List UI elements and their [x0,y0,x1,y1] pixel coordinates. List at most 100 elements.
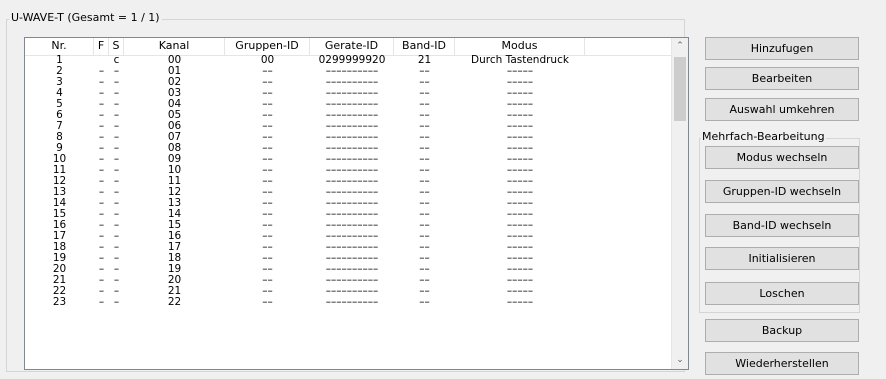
cell-gerate-id: –––––––––– [325,165,379,176]
table-row[interactable]: 9– –08 –– –––––––––– –– ––––– [25,143,672,154]
table-row[interactable]: 19– –18 –– –––––––––– –– ––––– [25,253,672,264]
cell-extra [585,110,672,121]
scrollbar-thumb[interactable] [674,57,686,121]
cell-nr: 19 [52,253,67,264]
cell-s: – [113,242,120,253]
invert-selection-button[interactable]: Auswahl umkehren [705,98,859,121]
cell-gruppen-id: –– [262,264,273,275]
cell-band-id: –– [419,154,430,165]
cell-modus: ––––– [506,220,534,231]
cell-f: – [98,143,105,154]
cell-nr: 17 [52,231,67,242]
table-row[interactable]: 4– –03 –– –––––––––– –– ––––– [25,88,672,99]
cell-gruppen-id: –– [262,132,273,143]
cell-kanal: 22 [167,297,182,308]
cell-f: – [98,165,105,176]
table-row[interactable]: 15– –14 –– –––––––––– –– ––––– [25,209,672,220]
cell-nr: 5 [56,99,63,110]
cell-gerate-id: –––––––––– [325,121,379,132]
cell-extra [585,220,672,231]
cell-nr: 14 [52,198,67,209]
cell-nr: 10 [52,154,67,165]
table-row[interactable]: 12– –11 –– –––––––––– –– ––––– [25,176,672,187]
table-row[interactable]: 1 c 00 00 0299999920 21 Durch Tastendruck [25,55,672,66]
column-header-gerate-id[interactable]: Gerate-ID [310,38,394,55]
vertical-scrollbar[interactable]: ⌃ ⌄ [671,38,688,369]
table-row[interactable]: 17– –16 –– –––––––––– –– ––––– [25,231,672,242]
table-row[interactable]: 6– –05 –– –––––––––– –– ––––– [25,110,672,121]
table-row[interactable]: 13– –12 –– –––––––––– –– ––––– [25,187,672,198]
table-row[interactable]: 21– –20 –– –––––––––– –– ––––– [25,275,672,286]
change-group-id-button[interactable]: Gruppen-ID wechseln [705,180,859,203]
column-header-empty[interactable] [585,38,672,55]
table-row[interactable]: 23– –22 –– –––––––––– –– ––––– [25,297,672,308]
table-row[interactable]: 18– –17 –– –––––––––– –– ––––– [25,242,672,253]
cell-extra [585,242,672,253]
table-row[interactable]: 20– –19 –– –––––––––– –– ––––– [25,264,672,275]
cell-modus: ––––– [506,110,534,121]
change-mode-button[interactable]: Modus wechseln [705,146,859,169]
column-header-s[interactable]: S [109,38,124,55]
cell-s: – [113,66,120,77]
add-button[interactable]: Hinzufugen [705,37,859,60]
column-header-nr[interactable]: Nr. [25,38,94,55]
backup-button[interactable]: Backup [705,319,859,342]
cell-modus: ––––– [506,209,534,220]
table-row[interactable]: 7– –06 –– –––––––––– –– ––––– [25,121,672,132]
cell-modus: ––––– [506,154,534,165]
cell-extra [585,286,672,297]
cell-s: c [113,55,120,66]
cell-nr: 1 [56,55,63,66]
cell-gruppen-id: –– [262,99,273,110]
table-row[interactable]: 2– –01 –– –––––––––– –– ––––– [25,66,672,77]
edit-button[interactable]: Bearbeiten [705,67,859,90]
table-row[interactable]: 3– –02 –– –––––––––– –– ––––– [25,77,672,88]
cell-modus: ––––– [506,121,534,132]
cell-modus: ––––– [506,242,534,253]
cell-extra [585,88,672,99]
cell-gruppen-id: –– [262,220,273,231]
cell-band-id: –– [419,99,430,110]
cell-nr: 16 [52,220,67,231]
cell-band-id: –– [419,220,430,231]
table-row[interactable]: 5– –04 –– –––––––––– –– ––––– [25,99,672,110]
column-header-band-id[interactable]: Band-ID [394,38,455,55]
column-header-modus[interactable]: Modus [455,38,585,55]
device-list[interactable]: Nr. F S Kanal Gruppen-ID Gerate-ID Band-… [24,37,689,370]
list-body: 1 c 00 00 0299999920 21 Durch Tastendruck 2– –01… [25,55,672,369]
cell-band-id: –– [419,275,430,286]
column-header-gruppen-id[interactable]: Gruppen-ID [225,38,310,55]
cell-modus: ––––– [506,264,534,275]
cell-kanal: 18 [167,253,182,264]
change-band-id-button[interactable]: Band-ID wechseln [705,214,859,237]
chevron-down-icon[interactable]: ⌄ [672,352,688,369]
cell-gerate-id: –––––––––– [325,264,379,275]
cell-extra [585,66,672,77]
cell-f: – [98,220,105,231]
table-row[interactable]: 11– –10 –– –––––––––– –– ––––– [25,165,672,176]
restore-button[interactable]: Wiederherstellen [705,352,859,375]
table-row[interactable]: 22– –21 –– –––––––––– –– ––––– [25,286,672,297]
cell-s: – [113,132,120,143]
cell-s: – [113,110,120,121]
cell-f: – [98,66,105,77]
table-row[interactable]: 8– –07 –– –––––––––– –– ––––– [25,132,672,143]
cell-f: – [98,297,105,308]
column-header-kanal[interactable]: Kanal [124,38,225,55]
column-header-f[interactable]: F [94,38,109,55]
cell-extra [585,275,672,286]
cell-s: – [113,253,120,264]
delete-button[interactable]: Loschen [705,282,859,305]
cell-kanal: 05 [167,110,182,121]
chevron-up-icon[interactable]: ⌃ [672,38,688,55]
cell-s: – [113,286,120,297]
initialize-button[interactable]: Initialisieren [705,247,859,270]
cell-kanal: 19 [167,264,182,275]
cell-gruppen-id: –– [262,209,273,220]
cell-extra [585,77,672,88]
list-header: Nr. F S Kanal Gruppen-ID Gerate-ID Band-… [25,38,672,56]
cell-modus: ––––– [506,77,534,88]
table-row[interactable]: 16– –15 –– –––––––––– –– ––––– [25,220,672,231]
table-row[interactable]: 10– –09 –– –––––––––– –– ––––– [25,154,672,165]
table-row[interactable]: 14– –13 –– –––––––––– –– ––––– [25,198,672,209]
